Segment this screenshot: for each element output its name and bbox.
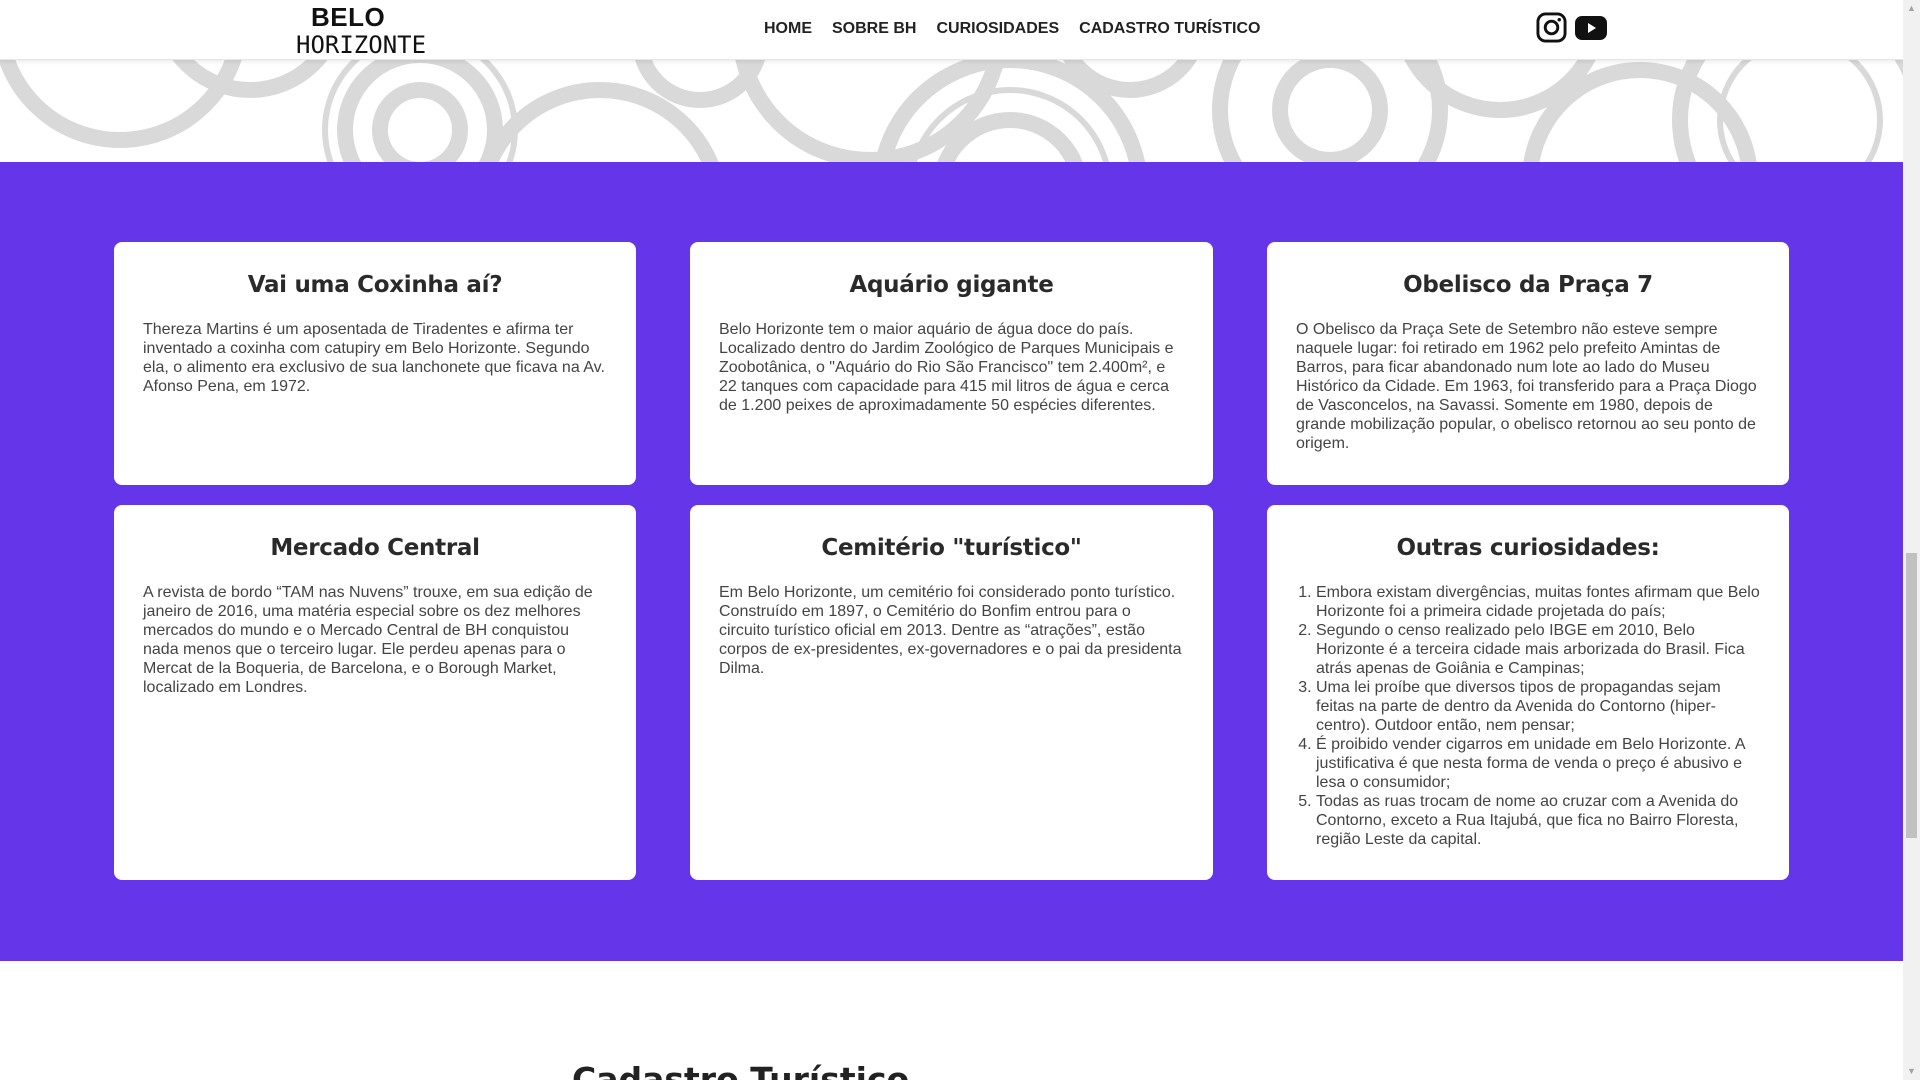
site-header: BELO HORIZONTE HOME SOBRE BH CURIOSIDADE… <box>0 0 1903 60</box>
card-title: Vai uma Coxinha aí? <box>247 272 503 298</box>
page-viewport: Vai uma Coxinha aí? Thereza Martins é um… <box>0 0 1903 1080</box>
site-logo[interactable]: BELO HORIZONTE <box>296 2 460 59</box>
card-mercado-central: Mercado Central A revista de bordo “TAM … <box>114 505 636 880</box>
list-item: Segundo o censo realizado pelo IBGE em 2… <box>1316 621 1760 678</box>
main-nav: HOME SOBRE BH CURIOSIDADES CADASTRO TURÍ… <box>764 20 1280 38</box>
card-title: Mercado Central <box>270 535 480 561</box>
nav-link-cadastro-turistico[interactable]: CADASTRO TURÍSTICO <box>1079 20 1260 38</box>
list-item: Embora existam divergências, muitas font… <box>1316 583 1760 621</box>
list-item: Todas as ruas trocam de nome ao cruzar c… <box>1316 792 1760 849</box>
circle-pattern-graphic <box>0 60 1903 162</box>
nav-link-curiosidades[interactable]: CURIOSIDADES <box>936 20 1059 38</box>
card-outras-curiosidades: Outras curiosidades: Embora existam dive… <box>1267 505 1789 880</box>
nav-link-home[interactable]: HOME <box>764 20 812 38</box>
card-aquario: Aquário gigante Belo Horizonte tem o mai… <box>690 242 1213 485</box>
youtube-icon[interactable] <box>1575 16 1607 40</box>
vertical-scrollbar[interactable]: ▲ ▼ <box>1903 0 1920 1080</box>
card-text: Em Belo Horizonte, um cemitério foi cons… <box>719 584 1182 677</box>
scroll-down-arrow-icon[interactable]: ▼ <box>1903 1063 1920 1080</box>
card-text: Belo Horizonte tem o maior aquário de ág… <box>719 321 1174 414</box>
card-title: Outras curiosidades: <box>1396 535 1660 561</box>
scrollbar-thumb[interactable] <box>1906 553 1917 838</box>
instagram-icon[interactable] <box>1536 12 1567 43</box>
logo-top-text: BELO <box>311 2 386 32</box>
card-text: Thereza Martins é um aposentada de Tirad… <box>143 321 605 395</box>
card-obelisco: Obelisco da Praça 7 O Obelisco da Praça … <box>1267 242 1789 485</box>
logo-bottom-text: HORIZONTE <box>296 31 427 59</box>
social-links <box>1536 12 1607 43</box>
next-section-title: Cadastro Turístico <box>572 1060 910 1080</box>
list-item: É proibido vender cigarros em unidade em… <box>1316 735 1760 792</box>
card-title: Cemitério "turístico" <box>821 535 1082 561</box>
list-item: Uma lei proíbe que diversos tipos de pro… <box>1316 678 1760 735</box>
card-coxinha: Vai uma Coxinha aí? Thereza Martins é um… <box>114 242 636 485</box>
nav-link-sobre-bh[interactable]: SOBRE BH <box>832 20 916 38</box>
card-text: A revista de bordo “TAM nas Nuvens” trou… <box>143 584 593 696</box>
curiosities-list: Embora existam divergências, muitas font… <box>1296 583 1760 849</box>
decorative-pattern-band <box>0 60 1903 162</box>
card-text: O Obelisco da Praça Sete de Setembro não… <box>1296 321 1757 452</box>
card-title: Aquário gigante <box>849 272 1054 298</box>
card-cemiterio: Cemitério "turístico" Em Belo Horizonte,… <box>690 505 1213 880</box>
card-title: Obelisco da Praça 7 <box>1403 272 1653 298</box>
scroll-up-arrow-icon[interactable]: ▲ <box>1903 0 1920 17</box>
